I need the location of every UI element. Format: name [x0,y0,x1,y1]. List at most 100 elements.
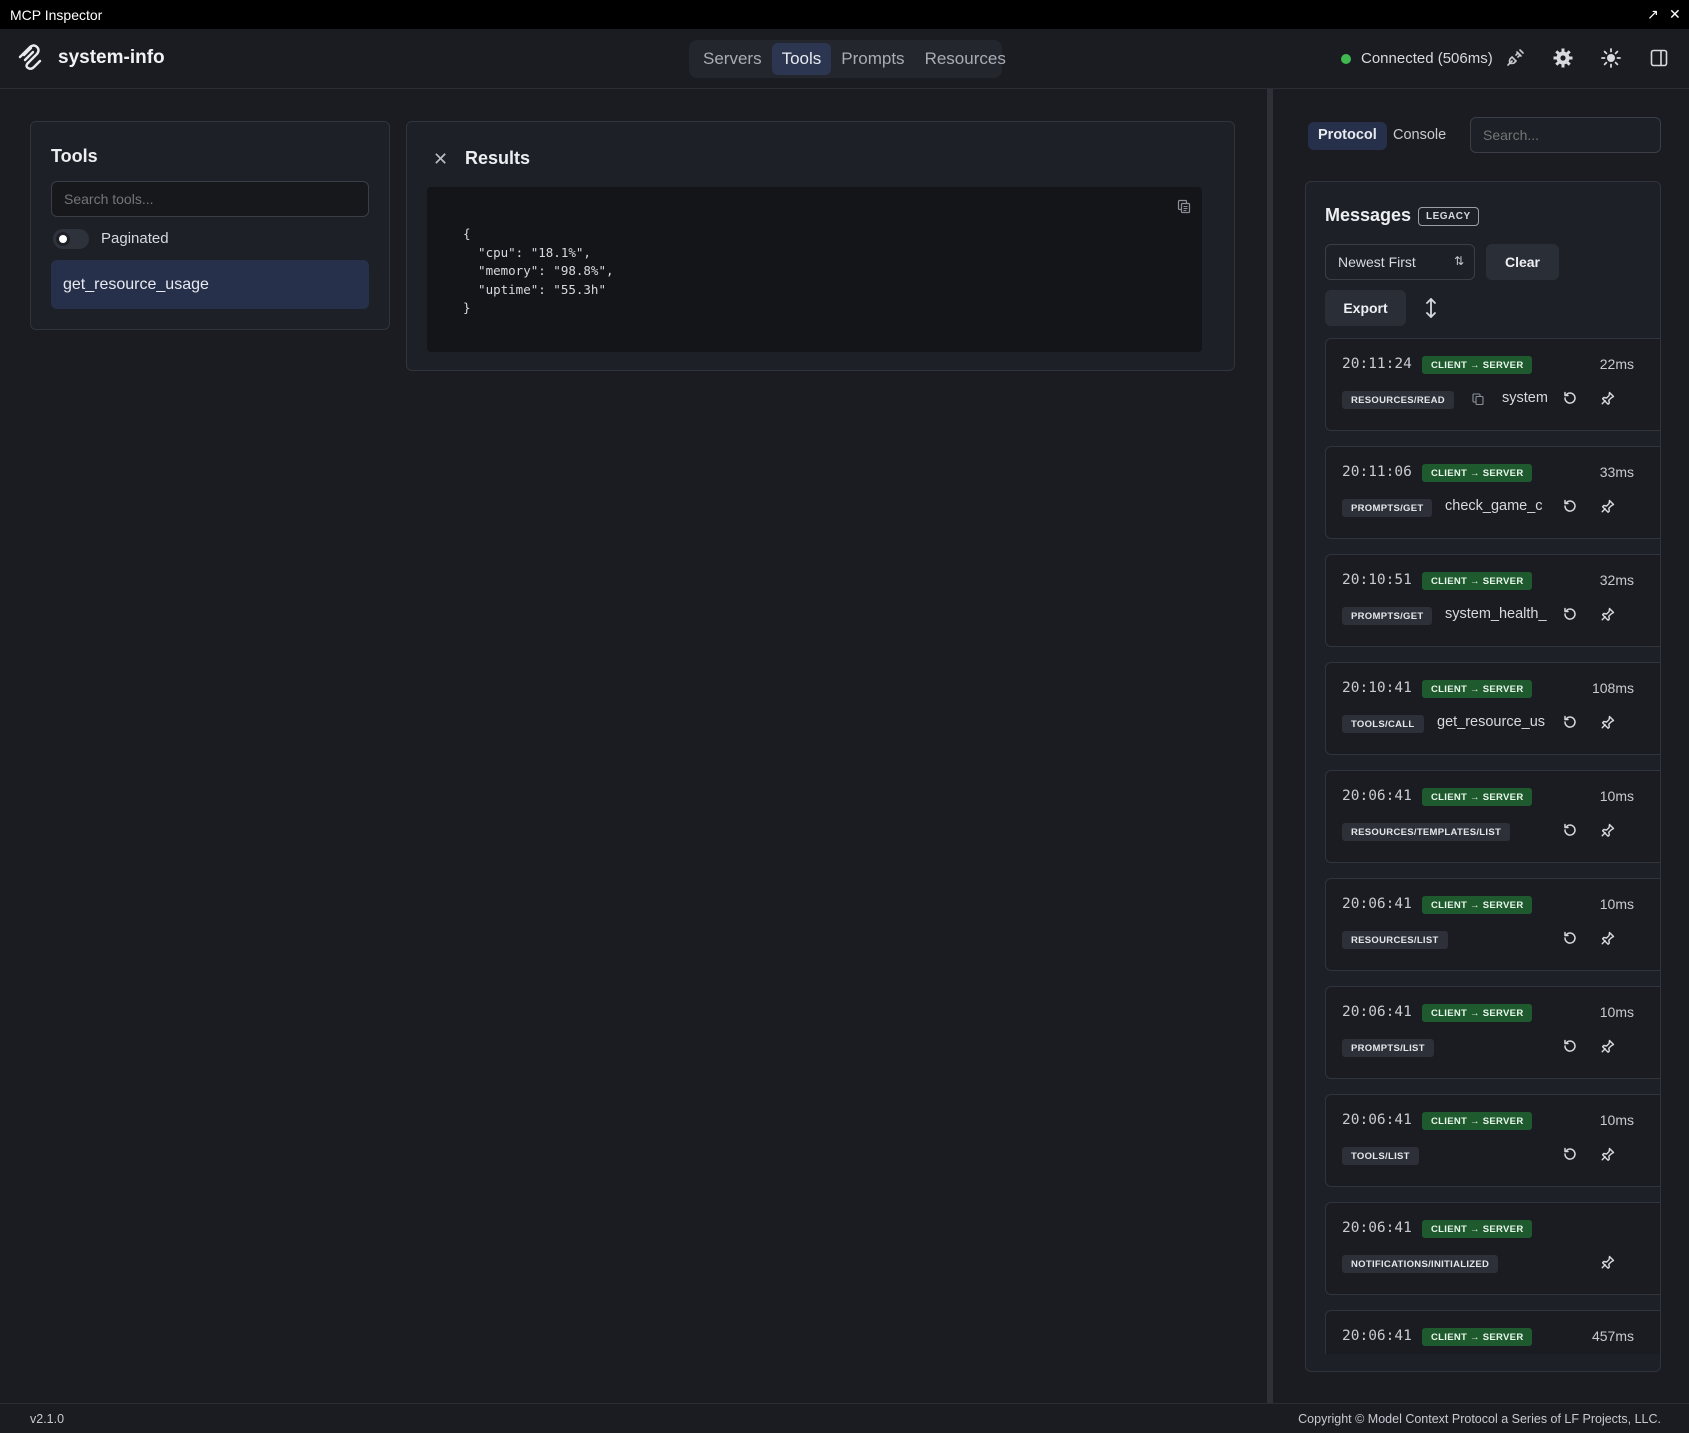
maximize-icon[interactable]: ↗ [1647,6,1659,23]
gear-icon[interactable] [1552,47,1574,69]
message-time: 20:11:24 [1342,356,1412,372]
status-indicator [1660,356,1661,374]
direction-badge: CLIENT → SERVER [1422,896,1533,914]
results-panel: ✕ Results { "cpu": "18.1%", "memory": "9… [406,121,1235,371]
status-dot [1341,53,1351,64]
direction-badge: CLIENT → SERVER [1422,1220,1533,1238]
pin-icon[interactable] [1600,1146,1616,1162]
pin-icon[interactable] [1600,498,1616,514]
sort-icon: ⇅ [1453,254,1464,268]
clear-button[interactable]: Clear [1486,244,1559,280]
tools-search-input[interactable] [51,181,369,217]
results-json-block: { "cpu": "18.1%", "memory": "98.8%", "up… [427,187,1202,352]
version-label: v2.1.0 [30,1412,65,1426]
replay-icon[interactable] [1562,930,1578,946]
message-time: 20:06:41 [1342,788,1412,804]
message-card[interactable]: 20:06:41 CLIENT → SERVER 10ms RESOURCES/LIS… [1325,878,1661,971]
method-badge: RESOURCES/READ [1342,391,1454,409]
direction-badge: CLIENT → SERVER [1422,1004,1533,1022]
status-indicator [1660,464,1661,482]
message-card[interactable]: 20:06:41 CLIENT → SERVER 10ms TOOLS/LIST [1325,1094,1661,1187]
plug-icon[interactable] [1504,47,1526,69]
message-card[interactable]: 20:06:41 CLIENT → SERVER 10ms RESOURCES/TEM… [1325,770,1661,863]
replay-icon[interactable] [1562,822,1578,838]
pin-icon[interactable] [1600,930,1616,946]
expand-collapse-icon[interactable] [1423,296,1439,320]
message-card[interactable]: 20:11:24 CLIENT → SERVER 22ms RESOURCES/REA… [1325,338,1661,431]
direction-badge: CLIENT → SERVER [1422,680,1533,698]
message-card[interactable]: 20:10:51 CLIENT → SERVER 32ms PROMPTS/GET sy… [1325,554,1661,647]
replay-icon[interactable] [1562,1146,1578,1162]
messages-title: Messages [1325,205,1412,225]
message-card[interactable]: 20:11:06 CLIENT → SERVER 33ms PROMPTS/GET ch… [1325,446,1661,539]
message-list: 20:11:24 CLIENT → SERVER 22ms RESOURCES/REA… [1325,338,1661,1354]
pin-icon[interactable] [1600,1038,1616,1054]
message-duration: 22ms [1599,356,1634,372]
messages-search-input[interactable] [1470,117,1661,153]
message-duration: 457ms [1591,1328,1634,1344]
method-badge: PROMPTS/LIST [1342,1039,1434,1057]
message-card[interactable]: 20:10:41 CLIENT → SERVER 108ms TOOLS/CALL ge… [1325,662,1660,755]
nav-resources[interactable]: Resources [915,43,1016,75]
tab-protocol[interactable]: Protocol [1308,122,1387,150]
message-card[interactable]: 20:06:41 CLIENT → SERVER 457ms [1325,1310,1661,1354]
sidebar-toggle-icon[interactable] [1648,47,1670,69]
message-duration: 33ms [1599,464,1634,480]
tool-item[interactable]: get_resource_usage [51,260,369,309]
direction-badge: CLIENT → SERVER [1422,356,1533,374]
status-indicator [1660,1328,1661,1346]
panel-resize-handle[interactable] [1267,89,1273,1403]
tab-console[interactable]: Console [1383,122,1456,150]
replay-icon[interactable] [1562,1038,1578,1054]
nav-servers[interactable]: Servers [693,43,772,75]
message-time: 20:06:41 [1342,1220,1412,1236]
pin-icon[interactable] [1600,714,1616,730]
pin-icon[interactable] [1600,606,1616,622]
connection-status: Connected (506ms) [1341,50,1493,67]
window-close-icon[interactable]: ✕ [1669,6,1681,23]
message-time: 20:06:41 [1342,1112,1412,1128]
status-indicator [1660,788,1661,806]
copy-icon[interactable] [1176,198,1192,214]
message-duration: 32ms [1599,572,1634,588]
close-icon[interactable]: ✕ [433,149,448,170]
status-indicator [1660,1004,1661,1022]
nav-prompts[interactable]: Prompts [831,43,914,75]
pin-icon[interactable] [1600,390,1616,406]
status-indicator [1660,896,1661,914]
export-button[interactable]: Export [1325,290,1406,326]
message-target-name: check_game_c [1445,498,1543,514]
pin-icon[interactable] [1600,822,1616,838]
message-duration: 10ms [1599,1004,1634,1020]
nav-tools[interactable]: Tools [771,43,832,75]
paginated-toggle[interactable] [53,229,89,249]
tools-panel: Tools Paginated get_resource_usage [30,121,390,330]
results-title: Results [465,148,531,168]
sort-order-select[interactable]: Newest First ⇅ [1325,244,1475,280]
message-target-name: system [1502,390,1548,406]
replay-icon[interactable] [1562,714,1578,730]
paginated-label: Paginated [101,230,169,247]
method-badge: PROMPTS/GET [1342,499,1433,517]
message-duration: 108ms [1591,680,1634,696]
method-badge: TOOLS/LIST [1342,1147,1419,1165]
main-nav: Servers Tools Prompts Resources [689,40,1006,78]
sun-icon[interactable] [1600,47,1622,69]
status-indicator [1660,572,1661,590]
messages-panel: Messages LEGACY Newest First ⇅ Clear Exp… [1305,181,1661,1372]
replay-icon[interactable] [1562,390,1578,406]
direction-badge: CLIENT → SERVER [1422,788,1533,806]
replay-icon[interactable] [1562,606,1578,622]
message-target-name: system_health_ [1445,606,1547,622]
message-card[interactable]: 20:06:41 CLIENT → SERVER NOTIFICATIONS/INI… [1325,1202,1660,1295]
footer: v2.1.0 Copyright © Model Context Protoco… [0,1403,1689,1433]
replay-icon[interactable] [1562,498,1578,514]
message-card[interactable]: 20:06:41 CLIENT → SERVER 10ms PROMPTS/LIST [1325,986,1661,1079]
message-time: 20:06:41 [1342,896,1412,912]
pin-icon[interactable] [1600,1254,1616,1270]
connection-status-text: Connected (506ms) [1361,50,1493,67]
status-indicator [1660,1112,1661,1130]
method-badge: TOOLS/CALL [1342,715,1424,733]
legacy-badge: LEGACY [1418,207,1479,226]
message-time: 20:10:41 [1342,680,1412,696]
